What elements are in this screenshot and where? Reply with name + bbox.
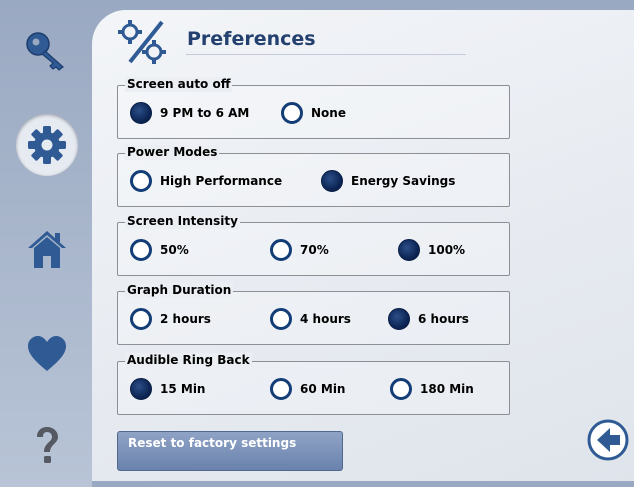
group-audible-ring-back: Audible Ring Back 15 Min 60 Min 180 Min bbox=[117, 353, 510, 415]
option-label: Energy Savings bbox=[351, 174, 456, 188]
radio-option[interactable]: 4 hours bbox=[270, 307, 351, 331]
radio-selected[interactable] bbox=[130, 102, 152, 124]
radio-selected[interactable] bbox=[388, 308, 410, 330]
group-screen-auto-off: Screen auto off 9 PM to 6 AM None bbox=[117, 77, 510, 139]
page-header: Preferences bbox=[116, 18, 476, 64]
option-label: 15 Min bbox=[160, 382, 206, 396]
radio-unselected[interactable] bbox=[130, 239, 152, 261]
radio-selected[interactable] bbox=[130, 378, 152, 400]
group-label: Power Modes bbox=[125, 145, 220, 160]
option-label: 70% bbox=[300, 243, 329, 257]
key-icon bbox=[26, 32, 64, 71]
radio-option[interactable]: 50% bbox=[130, 238, 189, 262]
radio-option[interactable]: 2 hours bbox=[130, 307, 211, 331]
radio-option[interactable]: 70% bbox=[270, 238, 329, 262]
radio-unselected[interactable] bbox=[270, 239, 292, 261]
option-label: 6 hours bbox=[418, 312, 469, 326]
radio-selected[interactable] bbox=[321, 170, 343, 192]
home-icon bbox=[28, 231, 66, 268]
nav-home-button[interactable] bbox=[16, 218, 78, 280]
radio-option[interactable]: High Performance bbox=[130, 169, 282, 193]
nav-help-button[interactable] bbox=[16, 416, 78, 478]
radio-option[interactable]: 60 Min bbox=[270, 377, 345, 401]
option-label: 180 Min bbox=[420, 382, 474, 396]
nav-health-button[interactable] bbox=[16, 323, 78, 385]
group-label: Screen Intensity bbox=[125, 214, 240, 229]
reset-factory-settings-button[interactable]: Reset to factory settings bbox=[117, 431, 343, 471]
radio-option[interactable]: 9 PM to 6 AM bbox=[130, 101, 249, 125]
side-nav bbox=[0, 0, 92, 487]
nav-security-button[interactable] bbox=[16, 20, 78, 82]
radio-option[interactable]: 180 Min bbox=[390, 377, 474, 401]
option-label: 4 hours bbox=[300, 312, 351, 326]
help-icon bbox=[37, 427, 58, 463]
group-graph-duration: Graph Duration 2 hours 4 hours 6 hours bbox=[117, 283, 510, 345]
option-label: High Performance bbox=[160, 174, 283, 188]
radio-unselected[interactable] bbox=[130, 308, 152, 330]
title-divider bbox=[186, 54, 466, 55]
option-label: 2 hours bbox=[160, 312, 211, 326]
nav-settings-button[interactable] bbox=[16, 114, 78, 176]
group-label: Screen auto off bbox=[125, 77, 233, 92]
option-label: 100% bbox=[428, 243, 466, 257]
radio-unselected[interactable] bbox=[281, 102, 303, 124]
option-label: 9 PM to 6 AM bbox=[160, 106, 250, 120]
radio-selected[interactable] bbox=[398, 239, 420, 261]
page-title: Preferences bbox=[187, 28, 316, 50]
option-label: 60 Min bbox=[300, 382, 346, 396]
radio-unselected[interactable] bbox=[270, 308, 292, 330]
option-label: 50% bbox=[160, 243, 189, 257]
radio-unselected[interactable] bbox=[390, 378, 412, 400]
radio-option[interactable]: None bbox=[281, 101, 346, 125]
radio-option[interactable]: 15 Min bbox=[130, 377, 205, 401]
radio-option[interactable]: 6 hours bbox=[388, 307, 469, 331]
group-power-modes: Power Modes High Performance Energy Savi… bbox=[117, 145, 510, 207]
radio-unselected[interactable] bbox=[270, 378, 292, 400]
group-label: Audible Ring Back bbox=[125, 353, 252, 368]
option-label: None bbox=[311, 106, 346, 120]
radio-unselected[interactable] bbox=[130, 170, 152, 192]
group-screen-intensity: Screen Intensity 50% 70% 100% bbox=[117, 214, 510, 276]
group-label: Graph Duration bbox=[125, 283, 234, 298]
back-button[interactable] bbox=[586, 418, 630, 462]
preferences-gears-icon bbox=[118, 20, 166, 64]
radio-option[interactable]: 100% bbox=[398, 238, 465, 262]
gear-icon bbox=[28, 126, 66, 164]
back-arrow-icon bbox=[587, 419, 629, 461]
radio-option[interactable]: Energy Savings bbox=[321, 169, 455, 193]
heart-icon bbox=[28, 336, 66, 371]
